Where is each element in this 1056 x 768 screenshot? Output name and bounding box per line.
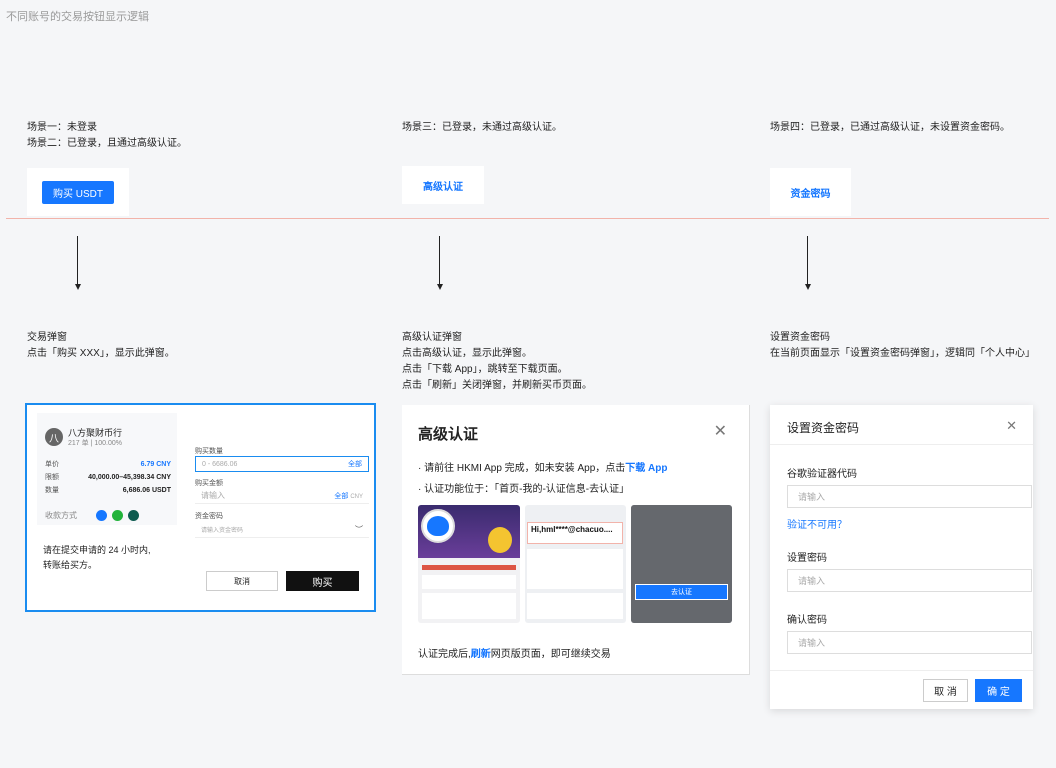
advanced-kyc-link[interactable]: 高级认证 bbox=[423, 178, 463, 193]
buy-qty-all-button[interactable]: 全部 bbox=[348, 459, 362, 469]
bank-card-icon bbox=[128, 510, 139, 521]
download-app-link[interactable]: 下载 App bbox=[625, 463, 667, 474]
fund-password-button-card: 资金密码 bbox=[770, 168, 851, 216]
dialog-title: 设置资金密码 bbox=[787, 421, 860, 435]
set-fund-password-dialog: 设置资金密码 ✕ 谷歌验证器代码 请输入 验证不可用？ 设置密码 请输入 确认密… bbox=[770, 405, 1033, 709]
go-verify-button: 去认证 bbox=[635, 584, 728, 600]
fund-password-link[interactable]: 资金密码 bbox=[791, 185, 831, 200]
footer-text: 认证完成后, bbox=[418, 649, 471, 660]
buy-qty-placeholder: 0 - 6686.06 bbox=[202, 460, 238, 468]
verification-unavailable-link[interactable]: 验证不可用？ bbox=[787, 516, 847, 531]
desc-line: 点击高级认证，显示此弹窗。 bbox=[402, 348, 532, 359]
buy-amount-all-button[interactable]: 全部 bbox=[334, 493, 348, 500]
set-password-label: 设置密码 bbox=[787, 553, 827, 564]
buy-qty-label: 购买数量 bbox=[195, 448, 223, 455]
user-greeting: Hi,hml****@chacuo.... bbox=[527, 522, 623, 544]
order-form: 购买数量 0 - 6686.06 全部 购买金额 请输入 全部 CNY 资金密码… bbox=[187, 405, 374, 610]
fund-pwd-input[interactable]: 请输入资金密码 ︶ bbox=[195, 522, 369, 538]
arrow-down-icon bbox=[805, 236, 811, 290]
limit-value: 40,000.00–45,398.34 CNY bbox=[88, 474, 171, 481]
buy-qty-input[interactable]: 0 - 6686.06 全部 bbox=[195, 456, 369, 472]
close-icon[interactable]: ✕ bbox=[714, 424, 727, 440]
divider-line bbox=[6, 218, 1049, 219]
refresh-link[interactable]: 刷新 bbox=[471, 649, 491, 660]
desc-title: 设置资金密码 bbox=[770, 332, 830, 343]
arrow-down-icon bbox=[437, 236, 443, 290]
desc-title: 交易弹窗 bbox=[27, 332, 67, 343]
buy-button-card: 购买 USDT bbox=[27, 168, 129, 216]
alipay-icon bbox=[96, 510, 107, 521]
duck-icon bbox=[488, 527, 512, 553]
eye-closed-icon[interactable]: ︶ bbox=[355, 524, 363, 535]
desc-title: 高级认证弹窗 bbox=[402, 332, 462, 343]
fund-pwd-placeholder: 请输入资金密码 bbox=[201, 528, 244, 534]
pwd-dialog-description: 设置资金密码 在当前页面显示「设置资金密码弹窗」，逻辑同「个人中心」 bbox=[770, 330, 1035, 362]
payment-label: 收款方式 bbox=[45, 511, 77, 520]
close-icon[interactable]: ✕ bbox=[1006, 418, 1017, 434]
fund-pwd-label: 资金密码 bbox=[195, 513, 223, 520]
footer-text: 网页版页面，即可继续交易 bbox=[490, 649, 611, 660]
scenario-text-1: 场景一：未登录 场景二：已登录，且通过高级认证。 bbox=[27, 120, 187, 152]
merchant-info: 八 八方聚财币行 217 单 | 100.00% 单价 6.79 CNY 限额 40… bbox=[37, 413, 177, 525]
instruction-text: · 请前往 HKMI App 完成，如未安装 App，点击 bbox=[418, 463, 626, 474]
limit-label: 限额 bbox=[45, 474, 59, 481]
kyc-button-card: 高级认证 bbox=[402, 166, 484, 204]
app-screenshot-2: Hi,hml****@chacuo.... bbox=[525, 505, 626, 623]
confirm-password-input[interactable]: 请输入 bbox=[787, 631, 1032, 654]
dialog-title: 高级认证 bbox=[418, 426, 479, 443]
scenario-text-4: 场景四：已登录，已通过高级认证，未设置资金密码。 bbox=[770, 120, 1010, 136]
buy-amount-placeholder: 请输入 bbox=[201, 491, 225, 500]
transfer-notice: 请在提交申请的 24 小时内, 转账给买方。 bbox=[43, 543, 151, 573]
kyc-dialog: 高级认证 ✕ · 请前往 HKMI App 完成，如未安装 App，点击下载 A… bbox=[402, 405, 750, 675]
merchant-panel: 八 八方聚财币行 217 单 | 100.00% 单价 6.79 CNY 限额 40… bbox=[27, 405, 187, 610]
scenario-line: 场景二：已登录，且通过高级认证。 bbox=[27, 138, 187, 149]
arrow-down-icon bbox=[75, 236, 81, 290]
scenario-line: 场景一：未登录 bbox=[27, 122, 97, 133]
kyc-footer: 认证完成后,刷新网页版页面，即可继续交易 bbox=[418, 645, 611, 660]
buy-amount-unit: CNY bbox=[350, 493, 363, 500]
price-value: 6.79 CNY bbox=[140, 461, 171, 468]
google-code-input[interactable]: 请输入 bbox=[787, 485, 1032, 508]
buy-usdt-button[interactable]: 购买 USDT bbox=[42, 180, 114, 204]
merchant-stats: 217 单 | 100.00% bbox=[68, 440, 122, 447]
desc-line: 在当前页面显示「设置资金密码弹窗」，逻辑同「个人中心」 bbox=[770, 348, 1035, 359]
trade-dialog: 八 八方聚财币行 217 单 | 100.00% 单价 6.79 CNY 限额 40… bbox=[25, 403, 376, 612]
cancel-button[interactable]: 取消 bbox=[206, 571, 278, 591]
desc-line: 点击「购买 XXX」，显示此弹窗。 bbox=[27, 348, 175, 359]
price-label: 单价 bbox=[45, 461, 59, 468]
cancel-button[interactable]: 取 消 bbox=[923, 679, 968, 702]
page-title: 不同账号的交易按钮显示逻辑 bbox=[6, 11, 149, 23]
confirm-button[interactable]: 确 定 bbox=[975, 679, 1022, 702]
kyc-instruction-2: · 认证功能位于：「首页-我的-认证信息-去认证」 bbox=[418, 484, 630, 495]
set-password-input[interactable]: 请输入 bbox=[787, 569, 1032, 592]
desc-line: 点击「刷新」关闭弹窗，并刷新买币页面。 bbox=[402, 380, 592, 391]
qty-value: 6,686.06 USDT bbox=[122, 487, 171, 494]
google-code-label: 谷歌验证器代码 bbox=[787, 469, 857, 480]
buy-button[interactable]: 购买 bbox=[286, 571, 359, 591]
mascot-icon bbox=[421, 509, 455, 543]
wechat-icon bbox=[112, 510, 123, 521]
app-screenshot-1 bbox=[418, 505, 520, 623]
avatar: 八 bbox=[45, 428, 63, 446]
buy-amount-input[interactable]: 请输入 全部 CNY bbox=[195, 488, 369, 504]
trade-dialog-description: 交易弹窗 点击「购买 XXX」，显示此弹窗。 bbox=[27, 330, 175, 362]
notice-line: 请在提交申请的 24 小时内, bbox=[43, 545, 151, 555]
scenario-line: 场景四：已登录，已通过高级认证，未设置资金密码。 bbox=[770, 122, 1010, 133]
desc-line: 点击「下载 App」，跳转至下载页面。 bbox=[402, 364, 568, 375]
buy-amount-label: 购买金额 bbox=[195, 480, 223, 487]
scenario-text-3: 场景三：已登录，未通过高级认证。 bbox=[402, 120, 562, 136]
notice-line: 转账给买方。 bbox=[43, 560, 98, 570]
scenario-line: 场景三：已登录，未通过高级认证。 bbox=[402, 122, 562, 133]
qty-label: 数量 bbox=[45, 487, 59, 494]
kyc-instruction-1: · 请前往 HKMI App 完成，如未安装 App，点击下载 App bbox=[418, 459, 667, 474]
app-screenshot-3: 去认证 bbox=[631, 505, 732, 623]
confirm-password-label: 确认密码 bbox=[787, 615, 827, 626]
kyc-dialog-description: 高级认证弹窗 点击高级认证，显示此弹窗。 点击「下载 App」，跳转至下载页面。… bbox=[402, 330, 592, 394]
